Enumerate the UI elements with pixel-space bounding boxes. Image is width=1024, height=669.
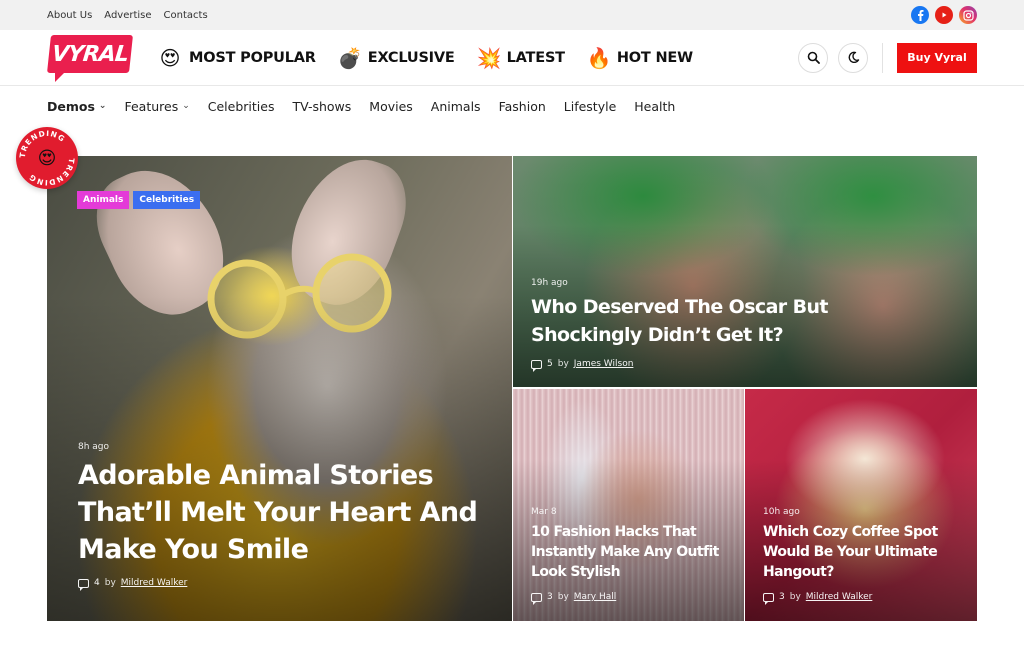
cat-label: Fashion: [498, 98, 546, 114]
author-link[interactable]: James Wilson: [574, 359, 634, 369]
facebook-icon[interactable]: [911, 6, 929, 24]
explosion-icon: 💥: [476, 45, 502, 70]
author-link[interactable]: Mildred Walker: [806, 592, 873, 602]
header-actions: Buy Vyral: [798, 42, 977, 73]
bomb-icon: 💣: [337, 45, 363, 70]
featured-post[interactable]: 10h ago Which Cozy Coffee Spot Would Be …: [745, 389, 977, 621]
by-label: by: [557, 592, 569, 602]
comment-count: 3: [547, 592, 553, 602]
nav-most-popular[interactable]: 😍 MOST POPULAR: [159, 46, 316, 70]
featured-post-large[interactable]: Animals Celebrities 8h ago Adorable Anima…: [47, 156, 512, 621]
nav-latest[interactable]: 💥 LATEST: [477, 46, 565, 70]
comment-icon: [531, 592, 542, 605]
cat-label: TV-shows: [292, 98, 352, 114]
advertise-link[interactable]: Advertise: [104, 10, 151, 21]
instagram-icon[interactable]: [959, 6, 977, 24]
chevron-down-icon: ⌄: [98, 101, 107, 111]
post-meta: 5 by James Wilson: [531, 359, 851, 372]
post-time: Mar 8: [531, 507, 557, 517]
cat-tv-shows[interactable]: TV-shows: [292, 99, 351, 114]
comment-count: 4: [94, 578, 100, 588]
comment-icon: [531, 359, 542, 372]
category-nav: Demos ⌄ Features ⌄ Celebrities TV-shows Mo…: [0, 86, 1024, 126]
logo-text: VYRAL: [50, 41, 130, 66]
nav-label: EXCLUSIVE: [367, 49, 455, 66]
post-meta: 3 by Mary Hall: [531, 592, 731, 605]
cat-label: Celebrities: [207, 98, 275, 114]
cat-label: Lifestyle: [563, 98, 617, 114]
top-bar: About Us Advertise Contacts: [0, 0, 1024, 30]
post-meta: 4 by Mildred Walker: [78, 578, 478, 591]
nav-hot-new[interactable]: 🔥 HOT NEW: [587, 46, 693, 70]
by-label: by: [789, 592, 801, 602]
nav-exclusive[interactable]: 💣 EXCLUSIVE: [338, 46, 455, 70]
post-title[interactable]: Who Deserved The Oscar But Shockingly Di…: [531, 293, 851, 349]
cat-label: Demos: [47, 98, 95, 114]
moon-icon: [848, 51, 859, 64]
social-links: [911, 6, 977, 24]
cat-label: Features: [124, 98, 179, 114]
nav-label: HOT NEW: [616, 49, 693, 66]
cat-label: Movies: [369, 98, 413, 114]
cat-label: Health: [634, 98, 676, 114]
nav-label: MOST POPULAR: [189, 49, 316, 66]
dark-mode-toggle[interactable]: [838, 42, 868, 73]
post-time: 8h ago: [78, 442, 110, 452]
comment-count: 3: [779, 592, 785, 602]
tag-animals[interactable]: Animals: [77, 191, 130, 209]
post-title[interactable]: Adorable Animal Stories That’ll Melt You…: [78, 457, 478, 568]
comment-count: 5: [547, 359, 553, 369]
cat-animals[interactable]: Animals: [431, 99, 481, 114]
heart-eyes-icon: 😍: [159, 45, 181, 70]
cat-features[interactable]: Features ⌄: [124, 99, 189, 114]
author-link[interactable]: Mildred Walker: [121, 578, 188, 588]
post-title[interactable]: Which Cozy Coffee Spot Would Be Your Ult…: [763, 522, 963, 582]
about-us-link[interactable]: About Us: [47, 10, 92, 21]
author-link[interactable]: Mary Hall: [574, 592, 616, 602]
post-meta: 3 by Mildred Walker: [763, 592, 963, 605]
post-time: 19h ago: [531, 278, 568, 288]
featured-grid: Animals Celebrities 8h ago Adorable Anima…: [47, 156, 977, 621]
chevron-down-icon: ⌄: [182, 101, 190, 111]
main-nav: 😍 MOST POPULAR 💣 EXCLUSIVE 💥 LATEST 🔥 HO…: [159, 46, 694, 70]
cat-health[interactable]: Health: [634, 99, 675, 114]
by-label: by: [557, 359, 569, 369]
cat-label: Animals: [430, 98, 481, 114]
cat-demos[interactable]: Demos ⌄: [47, 99, 106, 114]
buy-vyral-button[interactable]: Buy Vyral: [897, 42, 977, 73]
youtube-icon[interactable]: [935, 6, 953, 24]
post-time: 10h ago: [763, 507, 800, 517]
search-button[interactable]: [798, 42, 828, 73]
comment-icon: [763, 592, 774, 605]
comment-icon: [78, 578, 89, 591]
tag-celebrities[interactable]: Celebrities: [133, 191, 201, 209]
post-title[interactable]: 10 Fashion Hacks That Instantly Make Any…: [531, 522, 731, 582]
heart-eyes-icon: 😍: [37, 147, 57, 169]
cat-celebrities[interactable]: Celebrities: [208, 99, 275, 114]
cat-lifestyle[interactable]: Lifestyle: [564, 99, 617, 114]
featured-post[interactable]: Mar 8 10 Fashion Hacks That Instantly Ma…: [513, 389, 744, 621]
site-logo[interactable]: VYRAL: [47, 32, 133, 84]
featured-post[interactable]: 19h ago Who Deserved The Oscar But Shock…: [513, 156, 977, 387]
cat-movies[interactable]: Movies: [369, 99, 413, 114]
header-divider: [882, 42, 883, 73]
by-label: by: [104, 578, 116, 588]
nav-label: LATEST: [506, 49, 565, 66]
main-header: VYRAL 😍 MOST POPULAR 💣 EXCLUSIVE 💥 LATES…: [0, 30, 1024, 86]
contacts-link[interactable]: Contacts: [164, 10, 208, 21]
search-icon: [807, 51, 820, 64]
top-links: About Us Advertise Contacts: [47, 10, 208, 21]
fire-icon: 🔥: [586, 45, 612, 70]
trending-badge[interactable]: TRENDING TRENDING 😍: [16, 127, 78, 189]
cat-fashion[interactable]: Fashion: [499, 99, 546, 114]
